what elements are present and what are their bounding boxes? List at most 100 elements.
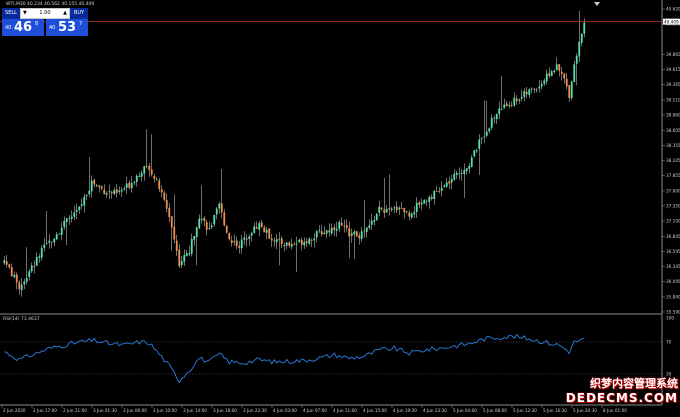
watermark-en: DEDECMS.COM — [565, 391, 678, 405]
candle-bear — [418, 202, 421, 205]
candle-bear — [438, 190, 441, 192]
candle-bull — [68, 217, 71, 219]
candle-bull — [63, 220, 66, 228]
price-chart[interactable]: 40.62040.37039.86539.61539.36539.11038.8… — [0, 0, 680, 417]
one-click-trading-panel: SELL ▼ 1.00 ▲ BUY 40 46 8 40 53 7 — [2, 8, 88, 36]
candle-bull — [180, 261, 183, 266]
candle-bull — [555, 64, 558, 71]
price-level-label: 40.620 — [666, 7, 680, 12]
candle-bull — [445, 182, 448, 187]
candle-bull — [410, 213, 413, 218]
price-level-label: 36.595 — [666, 249, 680, 254]
candle-bear — [270, 238, 273, 241]
candle-bull — [20, 284, 23, 291]
candle-bull — [215, 208, 218, 215]
candle-bull — [95, 185, 98, 186]
candle-bull — [433, 190, 436, 200]
candle-bull — [508, 104, 511, 106]
candle-bear — [163, 192, 166, 200]
candle-bull — [53, 238, 56, 243]
buy-button[interactable]: BUY — [70, 8, 88, 19]
sell-price-box[interactable]: 40 46 8 — [2, 19, 44, 36]
candle-bull — [488, 128, 491, 132]
candle-bull — [113, 189, 116, 194]
candle-bull — [365, 227, 368, 232]
sell-button[interactable]: SELL — [2, 8, 20, 19]
candle-bear — [238, 245, 241, 248]
candle-bear — [168, 208, 171, 218]
candle-bull — [38, 256, 41, 258]
candle-bull — [73, 212, 76, 217]
candlestick-series — [3, 10, 586, 297]
candle-bull — [473, 150, 476, 157]
candle-bull — [60, 227, 63, 235]
candle-bull — [85, 195, 88, 197]
price-level-label: 38.605 — [666, 128, 680, 133]
candle-bull — [350, 233, 353, 236]
candle-bull — [330, 227, 333, 234]
candle-bear — [425, 200, 428, 202]
rsi-label: RSI(14) 73.4637 — [3, 316, 40, 322]
candle-bull — [453, 173, 456, 180]
candle-bear — [515, 98, 518, 102]
candle-bear — [103, 189, 106, 195]
price-level-label: 38.860 — [666, 113, 680, 118]
candle-bear — [255, 227, 258, 229]
time-label: 4 Jun 15:00 — [363, 408, 387, 413]
candle-bull — [65, 218, 68, 222]
candle-bull — [513, 97, 516, 106]
price-level-label: 39.365 — [666, 82, 680, 87]
buy-price-sup: 7 — [79, 21, 83, 27]
candle-bull — [530, 88, 533, 90]
candle-bull — [378, 206, 381, 213]
candle-bear — [100, 186, 103, 189]
candle-bull — [83, 196, 86, 206]
buy-price-box[interactable]: 40 53 7 — [46, 19, 88, 36]
candle-bull — [368, 225, 371, 228]
candle-bull — [23, 281, 26, 285]
candle-bull — [370, 220, 373, 225]
lot-up-icon[interactable]: ▲ — [63, 9, 67, 18]
candle-bull — [483, 136, 486, 138]
candle-bull — [338, 221, 341, 229]
candle-bear — [33, 266, 36, 267]
candle-bear — [228, 233, 231, 240]
candle-bear — [205, 222, 208, 230]
candle-bull — [420, 202, 423, 205]
candle-bull — [250, 232, 253, 236]
candle-bull — [213, 214, 216, 225]
candle-bull — [470, 157, 473, 167]
candle-bear — [18, 282, 21, 290]
candle-bull — [468, 165, 471, 169]
candle-bull — [240, 239, 243, 249]
candle-bull — [475, 150, 478, 152]
watermark: 织梦内容管理系统 DEDECMS.COM — [566, 375, 678, 405]
candle-bull — [575, 55, 578, 64]
candle-bull — [298, 239, 301, 243]
candle-bull — [540, 83, 543, 87]
price-level-label: 37.855 — [666, 173, 680, 178]
candle-bear — [260, 222, 263, 227]
time-label: 5 Jun 12:30 — [513, 408, 537, 413]
candle-bull — [208, 228, 211, 229]
time-axis: 2 Jun 2020 2 Jun 17:00 2 Jun 21:00 3 Jun 01… — [0, 404, 662, 413]
candle-bear — [525, 91, 528, 95]
candle-bull — [188, 253, 191, 255]
candle-bull — [335, 228, 338, 231]
lot-down-icon[interactable]: ▼ — [23, 9, 27, 18]
candle-bear — [220, 203, 223, 213]
candle-bull — [118, 190, 121, 192]
candle-bull — [25, 278, 28, 282]
candle-bear — [280, 238, 283, 245]
price-level-label: 38.355 — [666, 143, 680, 148]
time-label: 3 Jun 14:00 — [183, 408, 207, 413]
time-label: 4 Jun 19:30 — [393, 408, 417, 413]
candle-bear — [288, 242, 291, 246]
candle-bull — [190, 238, 193, 254]
candle-bull — [78, 206, 81, 211]
time-label: 5 Jun 16:30 — [543, 408, 567, 413]
candle-bull — [200, 218, 203, 220]
lot-size-input[interactable]: ▼ 1.00 ▲ — [21, 9, 69, 18]
price-level-label: 37.100 — [666, 219, 680, 224]
candle-bull — [143, 166, 146, 174]
